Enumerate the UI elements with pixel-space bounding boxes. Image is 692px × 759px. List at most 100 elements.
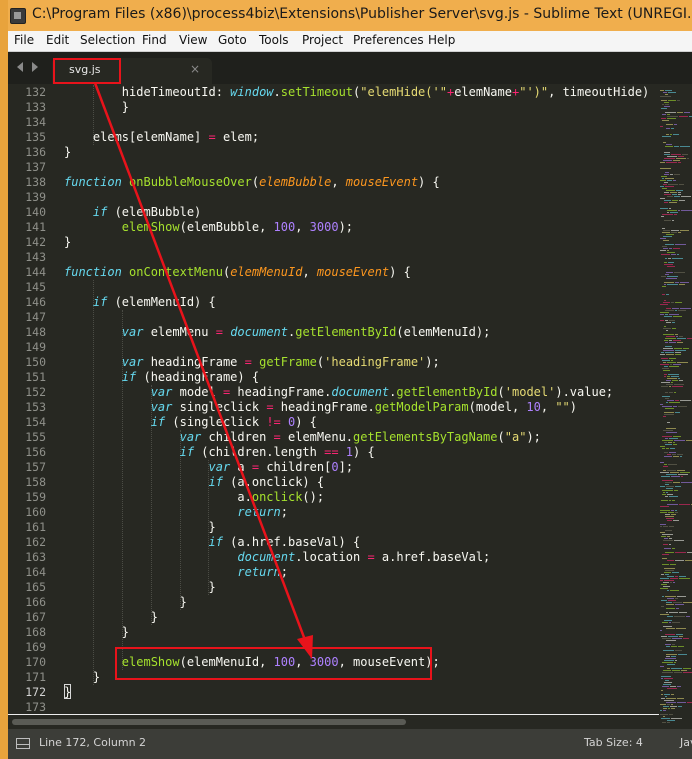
minimap-line — [670, 448, 675, 449]
minimap-line — [664, 568, 675, 569]
minimap-line — [661, 358, 668, 359]
code-line[interactable]: var elemMenu = document.getElementById(e… — [64, 325, 491, 339]
scrollbar-thumb[interactable] — [12, 719, 406, 725]
code-line[interactable]: if (elemMenuId) { — [64, 295, 216, 309]
code-line[interactable]: } — [64, 595, 187, 609]
code-line[interactable]: var headingFrame = getFrame('headingFram… — [64, 355, 440, 369]
minimap-line — [664, 106, 670, 107]
code-line[interactable]: function onBubbleMouseOver(elemBubble, m… — [64, 175, 440, 189]
code-line[interactable]: if (a.href.baseVal) { — [64, 535, 361, 549]
minimap-line — [665, 90, 672, 91]
code-line[interactable]: var model = headingFrame.document.getEle… — [64, 385, 613, 399]
minimap-line — [678, 156, 684, 157]
minimap-line — [678, 654, 687, 655]
tab-svg-js[interactable]: svg.js × — [52, 58, 212, 84]
code-line[interactable]: if (a.onclick) { — [64, 475, 325, 489]
code-line[interactable]: } — [64, 625, 129, 639]
menu-preferences[interactable]: Preferences — [353, 33, 424, 47]
code-line[interactable]: } — [64, 670, 100, 684]
minimap-line — [660, 714, 668, 715]
minimap-line — [664, 694, 670, 695]
minimap-line — [669, 342, 676, 343]
minimap-line — [660, 446, 665, 447]
minimap-line — [669, 386, 671, 387]
line-number: 132 — [25, 85, 46, 99]
code-line[interactable]: elemShow(elemBubble, 100, 3000); — [64, 220, 353, 234]
code-line[interactable]: } — [64, 145, 71, 159]
tab-size-selector[interactable]: Tab Size: 4 — [584, 736, 643, 749]
minimap-line — [678, 210, 680, 211]
menu-file[interactable]: File — [14, 33, 34, 47]
code-line[interactable]: hideTimeoutId: window.setTimeout("elemHi… — [64, 85, 649, 99]
minimap-line — [679, 504, 690, 505]
minimap-line — [670, 578, 678, 579]
code-line[interactable]: } — [64, 100, 129, 114]
minimap-line — [686, 616, 690, 617]
horizontal-scrollbar[interactable] — [8, 715, 659, 729]
code-line[interactable]: } — [64, 235, 71, 249]
minimap-line — [679, 284, 685, 285]
line-number: 152 — [25, 385, 46, 399]
minimap-line — [663, 240, 669, 241]
menu-selection[interactable]: Selection — [80, 33, 135, 47]
code-line[interactable]: a.onclick(); — [64, 490, 324, 504]
menu-view[interactable]: View — [179, 33, 207, 47]
minimap-line — [660, 578, 669, 579]
code-line[interactable]: } — [64, 610, 158, 624]
menu-find[interactable]: Find — [142, 33, 167, 47]
code-line[interactable]: return; — [64, 565, 288, 579]
minimap[interactable] — [659, 84, 692, 729]
minimap-line — [669, 248, 672, 249]
minimap-line — [673, 316, 682, 317]
code-line[interactable]: function onContextMenu(elemMenuId, mouse… — [64, 265, 411, 279]
minimap-line — [666, 492, 668, 493]
code-line[interactable]: elemShow(elemMenuId, 100, 3000, mouseEve… — [64, 655, 440, 669]
code-line[interactable]: } — [64, 580, 215, 594]
minimap-line — [660, 614, 669, 615]
code-line[interactable]: if (elemBubble) — [64, 205, 201, 219]
code-line[interactable]: var a = children[0]; — [64, 460, 354, 474]
chevron-left-icon[interactable] — [17, 62, 23, 72]
code-line[interactable]: var children = elemMenu.getElementsByTag… — [64, 430, 541, 444]
code-line[interactable]: elems[elemName] = elem; — [64, 130, 259, 144]
code-line[interactable]: document.location = a.href.baseVal; — [64, 550, 490, 564]
line-number: 163 — [25, 550, 46, 564]
minimap-line — [667, 210, 677, 211]
minimap-line — [666, 124, 673, 125]
close-icon[interactable]: × — [190, 62, 200, 76]
code-line[interactable]: } — [64, 520, 215, 534]
syntax-selector[interactable]: Jav — [680, 736, 692, 749]
minimap-line — [666, 702, 676, 703]
code-line[interactable]: var singleclick = headingFrame.getModelP… — [64, 400, 577, 414]
minimap-line — [662, 686, 669, 687]
minimap-line — [673, 248, 680, 249]
menu-goto[interactable]: Goto — [218, 33, 247, 47]
code-line[interactable]: return; — [64, 505, 288, 519]
menu-help[interactable]: Help — [428, 33, 455, 47]
minimap-line — [662, 246, 667, 247]
line-number: 173 — [25, 700, 46, 714]
minimap-line — [679, 612, 687, 613]
chevron-right-icon[interactable] — [32, 62, 38, 72]
minimap-line — [660, 364, 669, 365]
panel-toggle-icon[interactable] — [16, 738, 30, 749]
code-line[interactable]: if (children.length == 1) { — [64, 445, 375, 459]
minimap-line — [660, 320, 664, 321]
code-editor[interactable]: 132 133 134 135 136 137 138 139 140 141 142 143 144 1… — [8, 84, 659, 714]
line-number: 166 — [25, 595, 46, 609]
minimap-line — [665, 398, 669, 399]
minimap-line — [661, 118, 666, 119]
minimap-line — [679, 184, 684, 185]
minimap-line — [664, 412, 674, 413]
menu-project[interactable]: Project — [302, 33, 343, 47]
code-line[interactable]: if (singleclick != 0) { — [64, 415, 317, 429]
menu-tools[interactable]: Tools — [259, 33, 289, 47]
minimap-line — [670, 134, 672, 135]
code-line[interactable]: if (headingFrame) { — [64, 370, 259, 384]
minimap-line — [660, 198, 665, 199]
minimap-line — [664, 300, 666, 301]
minimap-line — [674, 196, 680, 197]
title-bar: C:\Program Files (x86)\process4biz\Exten… — [8, 0, 692, 31]
minimap-line — [667, 520, 672, 521]
menu-edit[interactable]: Edit — [46, 33, 69, 47]
